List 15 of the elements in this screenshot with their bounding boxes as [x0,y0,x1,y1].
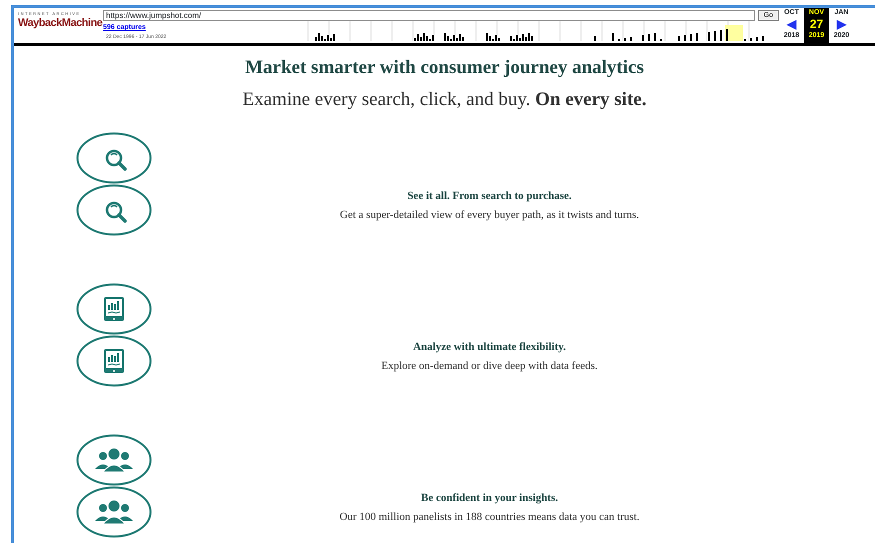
people-icon [76,434,152,486]
page-subheading: Examine every search, click, and buy. On every site. [242,88,648,112]
page-heading: Market smarter with consumer journey analytics [244,56,645,80]
search-icon [76,132,152,184]
tablet-chart-icon [76,334,152,386]
feature-title: See it all. From search to purchase. [406,189,573,204]
tablet-chart-icon [76,282,152,334]
feature-description: Our 100 million panelists in 188 countries means data you can trust. [338,510,640,524]
feature-description: Explore on-demand or dive deep with data feeds. [380,358,599,374]
feature-title: Be confident in your insights. [420,491,560,506]
people-icon [76,486,152,538]
url-field[interactable]: https://www.jumpshot.com/ [103,10,755,21]
search-icon [76,184,152,236]
feature-description: Get a super-detailed view of every buyer path, as it twists and turns. [338,208,640,222]
feature-title: Analyze with ultimate flexibility. [412,340,567,355]
